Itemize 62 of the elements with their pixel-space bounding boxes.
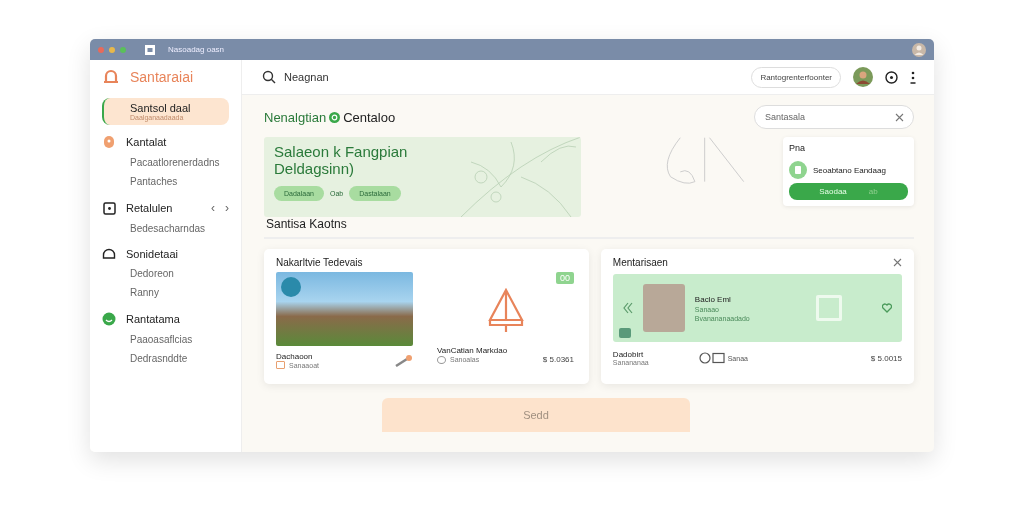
heart-icon[interactable] xyxy=(882,303,892,313)
item-title: Dachaoon xyxy=(276,352,314,361)
count-badge: 00 xyxy=(556,272,574,284)
banner-title: Salaeon k Fangpian Deldagsinn) xyxy=(274,143,409,178)
person-name: Baclo Eml xyxy=(694,294,732,304)
more-icon[interactable] xyxy=(910,70,916,84)
window-title: Nasoadag oasn xyxy=(168,45,225,54)
brand-name: Santaraiai xyxy=(130,69,194,85)
avatar-icon[interactable] xyxy=(853,67,873,87)
window-icon xyxy=(145,44,155,55)
sidebar-subitem[interactable]: Dedoreon xyxy=(102,264,229,283)
page-heading: Nenalgtian xyxy=(264,109,327,125)
photo-placeholder xyxy=(642,284,685,332)
price: $ 5.0015 xyxy=(870,353,902,363)
sidebar-item-label: Santsol daal xyxy=(130,102,191,114)
chevron-left-icon[interactable] xyxy=(622,302,633,314)
sidebar-subitem[interactable]: Dedrasnddte xyxy=(102,349,229,368)
camera-icon[interactable] xyxy=(618,328,631,338)
price: $ 5.0361 xyxy=(542,355,574,364)
sidebar-subitem[interactable]: Bedesacharndas xyxy=(102,219,229,238)
smile-icon xyxy=(102,312,116,326)
sidebar-item-label: Rantatama xyxy=(126,313,180,325)
arrow-button[interactable]: ‹ xyxy=(211,201,215,215)
maximize-dot-icon[interactable] xyxy=(120,46,126,53)
close-dot-icon[interactable] xyxy=(98,46,104,53)
close-icon[interactable] xyxy=(895,112,904,122)
sidebar-subitem[interactable]: Pantaches xyxy=(102,172,229,191)
minimize-dot-icon[interactable] xyxy=(109,46,115,53)
sidebar-item[interactable]: Rantatama xyxy=(102,308,229,330)
sidebar-item-label: Kantalat xyxy=(126,136,167,148)
item-title: VanCatian Markdao xyxy=(437,346,508,355)
sidebar-subitem[interactable]: Ranny xyxy=(102,283,229,302)
arrow-button[interactable]: › xyxy=(225,201,229,215)
tent-icon xyxy=(485,288,526,334)
sidebar-item[interactable]: Sonidetaai xyxy=(102,244,229,264)
filter-field[interactable]: Santasala xyxy=(754,105,914,129)
section-title: Santisa Kaotns xyxy=(266,217,347,231)
side-card-item: Seoabtano Eandaag xyxy=(812,165,886,175)
sidebar-item-label: Sonidetaai xyxy=(126,248,178,260)
badge-icon xyxy=(281,277,301,297)
square-icon xyxy=(816,295,842,321)
sidebar-item[interactable]: Retalulen ‹ › xyxy=(102,197,229,219)
sidebar-subitem[interactable]: Paaoasaflcias xyxy=(102,330,229,349)
card-title: Pna xyxy=(788,143,806,153)
brush-icon xyxy=(395,355,413,367)
tag-icon xyxy=(276,361,285,369)
search-field[interactable]: Neagnan xyxy=(282,70,428,84)
sidebar-subitem[interactable]: Pacaatlorenerdadns xyxy=(102,153,229,172)
page-subheading: Centaloo xyxy=(343,109,396,125)
card-title: Nakarltvie Tedevais xyxy=(276,257,364,268)
square-icon xyxy=(102,201,116,215)
search-icon xyxy=(262,70,276,84)
user-avatar-icon[interactable] xyxy=(912,42,926,57)
sidebar-item[interactable]: Kantalat xyxy=(102,131,229,153)
card-title: Mentarisaen xyxy=(612,257,668,268)
top-button[interactable]: Rantogrenterfoonter xyxy=(751,66,841,88)
document-icon xyxy=(788,161,807,179)
close-icon[interactable] xyxy=(893,258,902,267)
bell-logo-icon xyxy=(102,68,120,86)
dome-icon xyxy=(102,248,116,260)
sidebar-item-label: Retalulen xyxy=(126,202,173,214)
item-title: Dadobirt xyxy=(612,350,645,359)
